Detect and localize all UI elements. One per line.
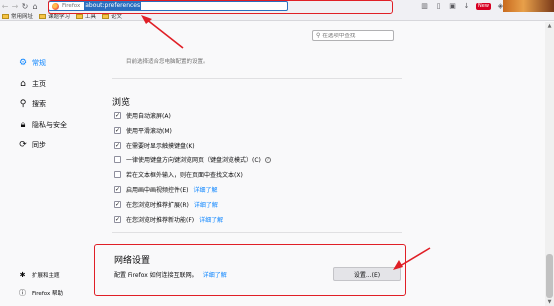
sidebar-item-home[interactable]: ⌂ 主页 <box>18 79 46 89</box>
checkbox[interactable]: ✓ <box>114 186 121 193</box>
sidebar-icon[interactable]: ▯ <box>434 2 443 11</box>
sidebar-item-label: 隐私与安全 <box>32 121 67 129</box>
option-touch-keyboard[interactable]: ✓ 在需要时显示触摸键盘(K) <box>114 141 195 150</box>
forward-button[interactable]: → <box>10 0 20 12</box>
scroll-up-arrow[interactable]: ▲ <box>545 22 554 30</box>
learn-more-link[interactable]: 详细了解 <box>199 215 223 224</box>
sidebar-item-label: 同步 <box>32 141 46 149</box>
option-label: 若在文本框外输入，则在页面中查找文本(X) <box>126 172 243 179</box>
option-smooth-scroll[interactable]: ✓ 使用平滑滚动(M) <box>114 126 172 135</box>
learn-more-link[interactable]: 详细了解 <box>194 200 218 209</box>
search-input[interactable] <box>322 32 391 39</box>
checkbox[interactable] <box>114 156 121 163</box>
browsing-section-title: 浏览 <box>112 98 131 108</box>
option-picture-in-picture[interactable]: ✓ 启用画中画视频控件(E) 详细了解 <box>114 185 218 194</box>
option-label: 在您浏览时推荐扩展(R) <box>126 202 189 209</box>
sidebar-item-label: 常规 <box>32 59 46 67</box>
extension-icon[interactable]: ▣ <box>448 2 457 11</box>
sidebar-extensions-link[interactable]: ✱ 扩展和主题 <box>18 271 60 279</box>
library-icon[interactable]: ▥ <box>420 2 429 11</box>
sidebar-item-search[interactable]: ⚲ 搜索 <box>18 99 46 109</box>
sync-icon: ⟳ <box>19 140 27 150</box>
reload-button[interactable]: ↻ <box>20 0 30 12</box>
learn-more-link[interactable]: 详细了解 <box>193 185 217 194</box>
scrollbar[interactable]: ▲ ▼ <box>545 22 554 306</box>
url-highlight-box <box>48 0 393 14</box>
preferences-page: ⚙ 常规 ⌂ 主页 ⚲ 搜索 🔒︎ 隐私与安全 ⟳ 同步 ✱ 扩展和主题 ⓘ F… <box>0 22 554 306</box>
folder-icon <box>102 13 110 19</box>
scroll-down-arrow[interactable]: ▼ <box>545 298 554 306</box>
bookmark-label: 常用网址 <box>11 14 34 20</box>
lock-icon: 🔒︎ <box>20 120 26 130</box>
new-badge[interactable]: New <box>476 2 491 10</box>
section-divider <box>112 78 402 79</box>
checkbox[interactable]: ✓ <box>114 216 121 223</box>
gear-icon: ⚙ <box>18 58 28 68</box>
checkbox[interactable]: ✓ <box>114 201 121 208</box>
option-label: 启用画中画视频控件(E) <box>126 187 189 194</box>
checkbox[interactable]: ✓ <box>114 112 121 119</box>
option-label: 使用自动滚屏(A) <box>126 113 171 120</box>
home-icon: ⌂ <box>20 79 26 89</box>
option-caret-browsing[interactable]: 一律使用键盘方向键浏览网页（键盘浏览模式）(C) ? <box>114 155 271 164</box>
sidebar-help-link[interactable]: ⓘ Firefox 帮助 <box>18 288 63 298</box>
search-icon: ⚲ <box>316 32 321 39</box>
checkbox[interactable]: ✓ <box>114 142 121 149</box>
search-icon: ⚲ <box>19 99 27 109</box>
scroll-thumb[interactable] <box>546 254 553 298</box>
performance-note: 目前选择适合您电脑配置的设置。 <box>126 59 209 65</box>
preferences-search[interactable]: ⚲ <box>312 30 394 41</box>
highlight-box <box>94 244 406 296</box>
option-recommend-features[interactable]: ✓ 在您浏览时推荐新功能(F) 详细了解 <box>114 215 223 224</box>
download-icon[interactable]: ↓ <box>462 2 471 11</box>
folder-icon <box>2 13 9 19</box>
option-label: 一律使用键盘方向键浏览网页（键盘浏览模式）(C) <box>126 157 261 164</box>
sidebar-item-sync[interactable]: ⟳ 同步 <box>18 140 46 150</box>
option-recommend-extensions[interactable]: ✓ 在您浏览时推荐扩展(R) 详细了解 <box>114 200 218 209</box>
puzzle-icon: ✱ <box>19 271 26 279</box>
option-label: 使用平滑滚动(M) <box>126 128 172 135</box>
sidebar-item-label: 主页 <box>32 80 46 88</box>
sidebar-item-privacy[interactable]: 🔒︎ 隐私与安全 <box>18 120 67 130</box>
option-autoscroll[interactable]: ✓ 使用自动滚屏(A) <box>114 111 171 120</box>
checkbox[interactable] <box>114 171 121 178</box>
help-icon[interactable]: ? <box>264 156 271 163</box>
sidebar-footer-label: 扩展和主题 <box>32 273 60 279</box>
sidebar-item-label: 搜索 <box>32 100 46 108</box>
option-label: 在需要时显示触摸键盘(K) <box>126 143 195 150</box>
sidebar-footer-label: Firefox 帮助 <box>32 291 63 297</box>
option-label: 在您浏览时推荐新功能(F) <box>126 217 195 224</box>
folder-icon <box>39 13 47 19</box>
checkbox[interactable]: ✓ <box>114 127 121 134</box>
help-icon: ⓘ <box>19 289 26 297</box>
sidebar-item-general[interactable]: ⚙ 常规 <box>18 58 46 68</box>
section-divider <box>112 232 402 233</box>
bookmark-folder[interactable]: 常用网址 <box>2 12 33 20</box>
back-button[interactable]: ← <box>0 0 10 12</box>
folder-icon <box>76 13 84 19</box>
home-button[interactable]: ⌂ <box>30 0 40 12</box>
option-find-as-you-type[interactable]: 若在文本框外输入，则在页面中查找文本(X) <box>114 170 243 179</box>
